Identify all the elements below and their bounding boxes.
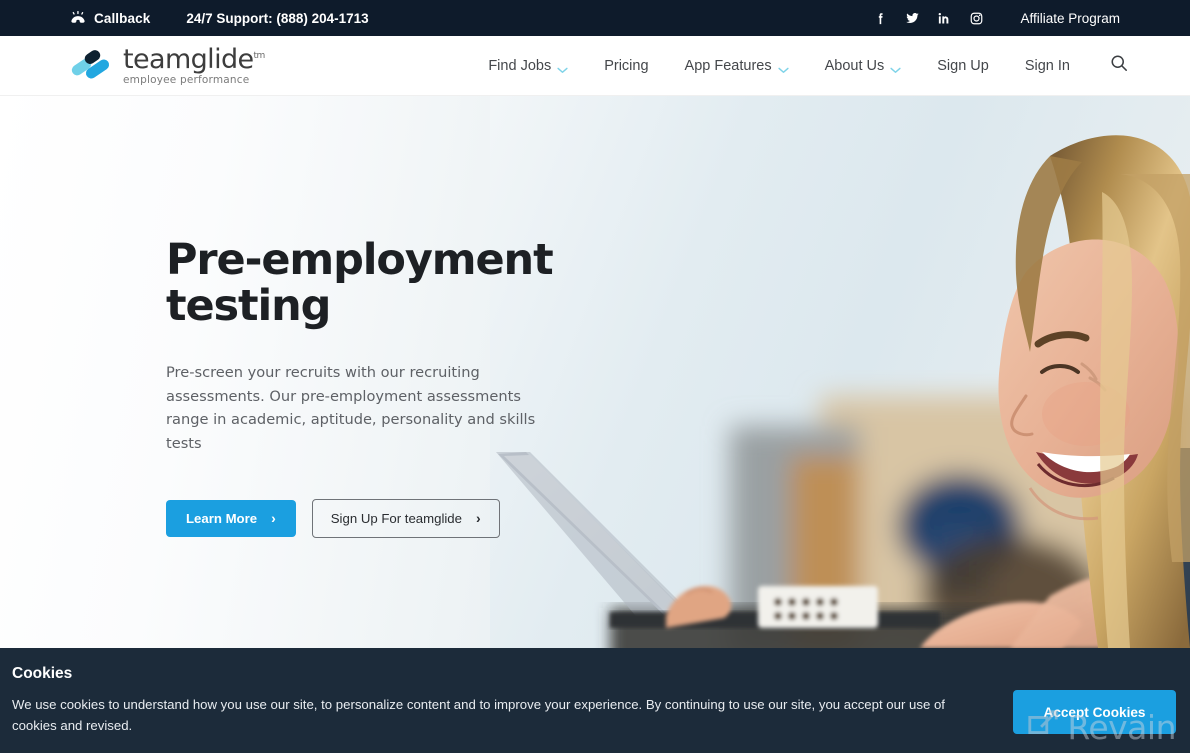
topbar-right-group: Affiliate Program xyxy=(873,10,1190,26)
facebook-icon[interactable] xyxy=(873,10,888,26)
callback-link[interactable]: Callback xyxy=(70,11,150,26)
page-title: Pre-employment testing xyxy=(166,235,596,331)
logo-text-block: teamglidetm employee performance xyxy=(123,46,265,86)
hero-title-line-1: Pre-employment xyxy=(166,235,554,285)
site-logo[interactable]: teamglidetm employee performance xyxy=(0,46,265,86)
nav-label-pricing: Pricing xyxy=(604,57,649,74)
hero-title-line-2: testing xyxy=(166,280,331,331)
cookie-text-block: Cookies We use cookies to understand how… xyxy=(12,665,952,736)
logo-tagline: employee performance xyxy=(123,73,250,86)
logo-wordmark: teamglidetm xyxy=(123,43,266,75)
nav-label-find-jobs: Find Jobs xyxy=(488,57,552,74)
main-navigation: Find Jobs Pricing App Features About Us xyxy=(470,54,1190,77)
nav-label-app-features: App Features xyxy=(684,57,772,74)
affiliate-program-link[interactable]: Affiliate Program xyxy=(1020,11,1120,26)
search-button[interactable] xyxy=(1088,54,1128,77)
chevron-down-icon xyxy=(890,62,901,73)
chevron-right-icon: › xyxy=(475,510,481,527)
teamglide-capsules-logo-icon xyxy=(70,49,114,83)
twitter-icon[interactable] xyxy=(905,10,920,26)
learn-more-label: Learn More xyxy=(186,510,258,526)
cookie-banner-text: We use cookies to understand how you use… xyxy=(12,697,945,733)
nav-item-find-jobs[interactable]: Find Jobs xyxy=(470,58,586,74)
learn-more-button[interactable]: Learn More › xyxy=(166,499,296,537)
accept-cookies-button[interactable]: Accept Cookies xyxy=(1013,690,1176,734)
linkedin-icon[interactable] xyxy=(937,10,952,26)
nav-label-sign-up: Sign Up xyxy=(937,57,989,74)
nav-label-about-us: About Us xyxy=(824,57,885,74)
search-icon xyxy=(1110,54,1128,77)
nav-item-about-us[interactable]: About Us xyxy=(807,58,920,74)
support-label: 24/7 Support: xyxy=(186,10,273,26)
nav-label-sign-in: Sign In xyxy=(1024,57,1070,74)
sign-up-for-teamglide-button[interactable]: Sign Up For teamglide › xyxy=(311,498,500,538)
hero-section: Pre-employment testing Pre-screen your r… xyxy=(0,96,1190,648)
hero-subtitle: Pre-screen your recruits with our recrui… xyxy=(166,364,536,453)
chevron-down-icon xyxy=(777,62,789,73)
page-root: Callback 24/7 Support: (888) 204-1713 Af… xyxy=(0,0,1190,753)
nav-item-sign-in[interactable]: Sign In xyxy=(1007,58,1088,74)
hero-copy-block: Pre-employment testing Pre-screen your r… xyxy=(166,235,596,538)
support-info: 24/7 Support: (888) 204-1713 xyxy=(186,11,368,26)
nav-item-sign-up[interactable]: Sign Up xyxy=(919,58,1007,74)
accept-cookies-label: Accept Cookies xyxy=(1043,704,1146,720)
hero-cta-group: Learn More › Sign Up For teamglide › xyxy=(166,498,596,538)
callback-label: Callback xyxy=(94,10,151,26)
chevron-down-icon xyxy=(557,62,568,73)
cookie-consent-banner: Cookies We use cookies to understand how… xyxy=(0,648,1190,753)
site-header: teamglidetm employee performance Find Jo… xyxy=(0,36,1190,96)
support-phone[interactable]: (888) 204-1713 xyxy=(276,11,368,26)
topbar-left-group: Callback 24/7 Support: (888) 204-1713 xyxy=(0,11,369,26)
ringing-phone-icon xyxy=(70,11,86,25)
top-utility-bar: Callback 24/7 Support: (888) 204-1713 Af… xyxy=(0,0,1190,36)
sign-up-for-teamglide-label: Sign Up For teamglide xyxy=(330,510,462,526)
logo-tm-mark: tm xyxy=(253,50,266,61)
instagram-icon[interactable] xyxy=(969,10,984,26)
nav-item-pricing[interactable]: Pricing xyxy=(586,58,666,74)
cookie-banner-title: Cookies xyxy=(12,665,73,683)
nav-item-app-features[interactable]: App Features xyxy=(667,58,807,74)
chevron-right-icon: › xyxy=(271,510,276,527)
social-links xyxy=(873,10,984,26)
